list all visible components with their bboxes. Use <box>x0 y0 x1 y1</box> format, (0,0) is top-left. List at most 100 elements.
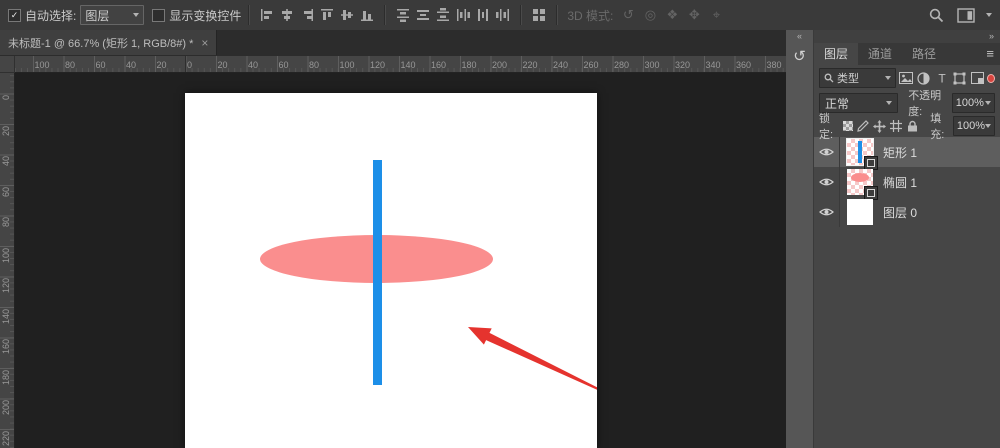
hruler-label: 60 <box>278 60 289 70</box>
distribute-left-edges-button[interactable] <box>453 5 473 25</box>
layer-row-ellipse1[interactable]: 椭圆 1 <box>814 167 1000 200</box>
align-vertical-centers-button[interactable] <box>337 5 357 25</box>
hruler-label: 320 <box>675 60 691 70</box>
collapsed-panel-strip: « ↺ <box>786 30 813 448</box>
filter-pixel-layers-icon[interactable] <box>898 69 914 87</box>
tab-channels[interactable]: 通道 <box>858 43 902 65</box>
3d-pan-icon[interactable]: ❖ <box>661 7 683 23</box>
visibility-eye-icon[interactable] <box>814 137 840 167</box>
layer-filter-row: 类型 T <box>814 65 1000 91</box>
arrow-polygon <box>468 327 597 390</box>
auto-select-dropdown[interactable]: 图层 <box>80 5 145 25</box>
layer-filtering-toggle[interactable] <box>987 73 996 83</box>
align-top-edges-button[interactable] <box>317 5 337 25</box>
hruler-label: 180 <box>461 60 477 70</box>
align-left-edges-button[interactable] <box>257 5 277 25</box>
layer-row-layer0[interactable]: 图层 0 <box>814 197 1000 227</box>
vruler-label: 160 <box>1 339 11 355</box>
layer-row-rectangle1[interactable]: 矩形 1 <box>814 137 1000 170</box>
document-tab[interactable]: 未标题-1 @ 66.7% (矩形 1, RGB/8#) * × <box>0 30 218 55</box>
options-bar-right <box>926 5 992 25</box>
auto-select-group: ✓ 自动选择: 图层 <box>8 5 145 25</box>
expand-panels-button[interactable]: « <box>786 30 813 43</box>
separator <box>384 5 387 25</box>
hruler-label: 60 <box>95 60 106 70</box>
shape-layer-badge-icon[interactable] <box>864 156 878 170</box>
auto-select-checkbox[interactable]: ✓ <box>8 8 21 22</box>
lock-image-pixels-icon[interactable] <box>857 118 870 134</box>
layer-name[interactable]: 矩形 1 <box>883 144 917 161</box>
3d-roll-icon[interactable]: ◎ <box>639 7 661 23</box>
vruler-label: 120 <box>1 278 11 294</box>
hruler-label: 240 <box>553 60 569 70</box>
vruler-label: 0 <box>1 95 11 101</box>
chevron-down-icon <box>886 101 893 105</box>
hruler-label: 260 <box>583 60 599 70</box>
3d-zoom-icon[interactable]: ⌖ <box>705 7 727 23</box>
filter-type-dropdown[interactable]: 类型 <box>819 68 896 88</box>
distribute-right-edges-button[interactable] <box>493 5 513 25</box>
opacity-field[interactable]: 100% <box>951 93 995 113</box>
hruler-label: 40 <box>126 60 137 70</box>
lock-artboard-nesting-icon[interactable] <box>890 118 903 134</box>
right-panel: « ↺ » 图层 通道 路径 ≡ 类型 T 正常 不透明度: 100% 锁定: … <box>786 30 1000 448</box>
history-panel-icon[interactable]: ↺ <box>786 43 813 69</box>
layer-name[interactable]: 椭圆 1 <box>883 174 917 191</box>
vruler-label: 40 <box>1 156 11 167</box>
thumbnail-ellipse-preview <box>851 173 869 182</box>
canvas[interactable] <box>185 93 597 448</box>
tab-layers[interactable]: 图层 <box>814 43 859 65</box>
hruler-label: 300 <box>644 60 660 70</box>
workspace-switcher-icon[interactable] <box>956 5 976 25</box>
layer-name[interactable]: 图层 0 <box>883 204 917 221</box>
close-icon[interactable]: × <box>201 36 208 50</box>
hruler-label: 120 <box>370 60 386 70</box>
hruler-label: 280 <box>614 60 630 70</box>
align-right-edges-button[interactable] <box>297 5 317 25</box>
chevron-down-icon <box>985 124 992 128</box>
align-bottom-edges-button[interactable] <box>357 5 377 25</box>
filter-type-layers-icon[interactable]: T <box>934 69 950 87</box>
3d-orbit-icon[interactable]: ↺ <box>617 7 639 23</box>
vertical-ruler[interactable]: 0 20 40 60 80 100 120 140 160 180 200 220 <box>0 72 15 448</box>
hruler-label: 80 <box>65 60 76 70</box>
lock-transparent-pixels-icon[interactable] <box>842 118 854 134</box>
filter-smart-objects-icon[interactable] <box>969 69 985 87</box>
show-transform-checkbox[interactable]: . <box>152 8 166 22</box>
3d-slide-icon[interactable]: ✥ <box>683 7 705 23</box>
visibility-eye-icon[interactable] <box>814 197 840 227</box>
options-bar: ✓ 自动选择: 图层 . 显示变换控件 3D 模式: ↺ ◎ ❖ ✥ ⌖ <box>0 0 1000 31</box>
lock-position-icon[interactable] <box>873 118 887 134</box>
panel-menu-icon[interactable]: ≡ <box>986 43 1000 65</box>
visibility-eye-icon[interactable] <box>814 167 840 197</box>
filter-adjustment-layers-icon[interactable] <box>916 69 932 87</box>
search-icon[interactable] <box>926 5 946 25</box>
chevron-down-icon[interactable] <box>986 13 992 17</box>
horizontal-ruler[interactable]: 100 80 60 40 20 0 20 40 60 80 100 120 140 160 180 200 22… <box>0 56 786 73</box>
hruler-label: 340 <box>705 60 721 70</box>
hruler-label: 380 <box>766 60 782 70</box>
vruler-label: 220 <box>1 430 11 446</box>
distribute-top-edges-button[interactable] <box>393 5 413 25</box>
lock-all-icon[interactable] <box>906 118 918 134</box>
distribute-horizontal-centers-button[interactable] <box>473 5 493 25</box>
layer-thumbnail[interactable] <box>847 199 873 225</box>
hruler-label: 360 <box>736 60 752 70</box>
align-horizontal-centers-button[interactable] <box>277 5 297 25</box>
distribute-spacing-button[interactable] <box>529 5 549 25</box>
tab-paths[interactable]: 路径 <box>902 43 946 65</box>
vruler-label: 20 <box>1 125 11 136</box>
layer-thumbnail-wrap <box>846 138 878 170</box>
distribute-bottom-edges-button[interactable] <box>433 5 453 25</box>
chevron-down-icon <box>884 76 891 80</box>
vruler-label: 200 <box>1 400 11 416</box>
blend-mode-value: 正常 <box>825 96 850 111</box>
distribute-vertical-centers-button[interactable] <box>413 5 433 25</box>
filter-shape-layers-icon[interactable] <box>951 69 967 87</box>
shape-layer-badge-icon[interactable] <box>864 186 878 200</box>
chevron-down-icon <box>133 13 140 17</box>
vruler-label: 180 <box>1 369 11 385</box>
fill-field[interactable]: 100% <box>952 116 996 136</box>
layer-thumbnail-wrap <box>847 199 873 225</box>
collapse-panels-button[interactable]: » <box>814 30 1000 43</box>
